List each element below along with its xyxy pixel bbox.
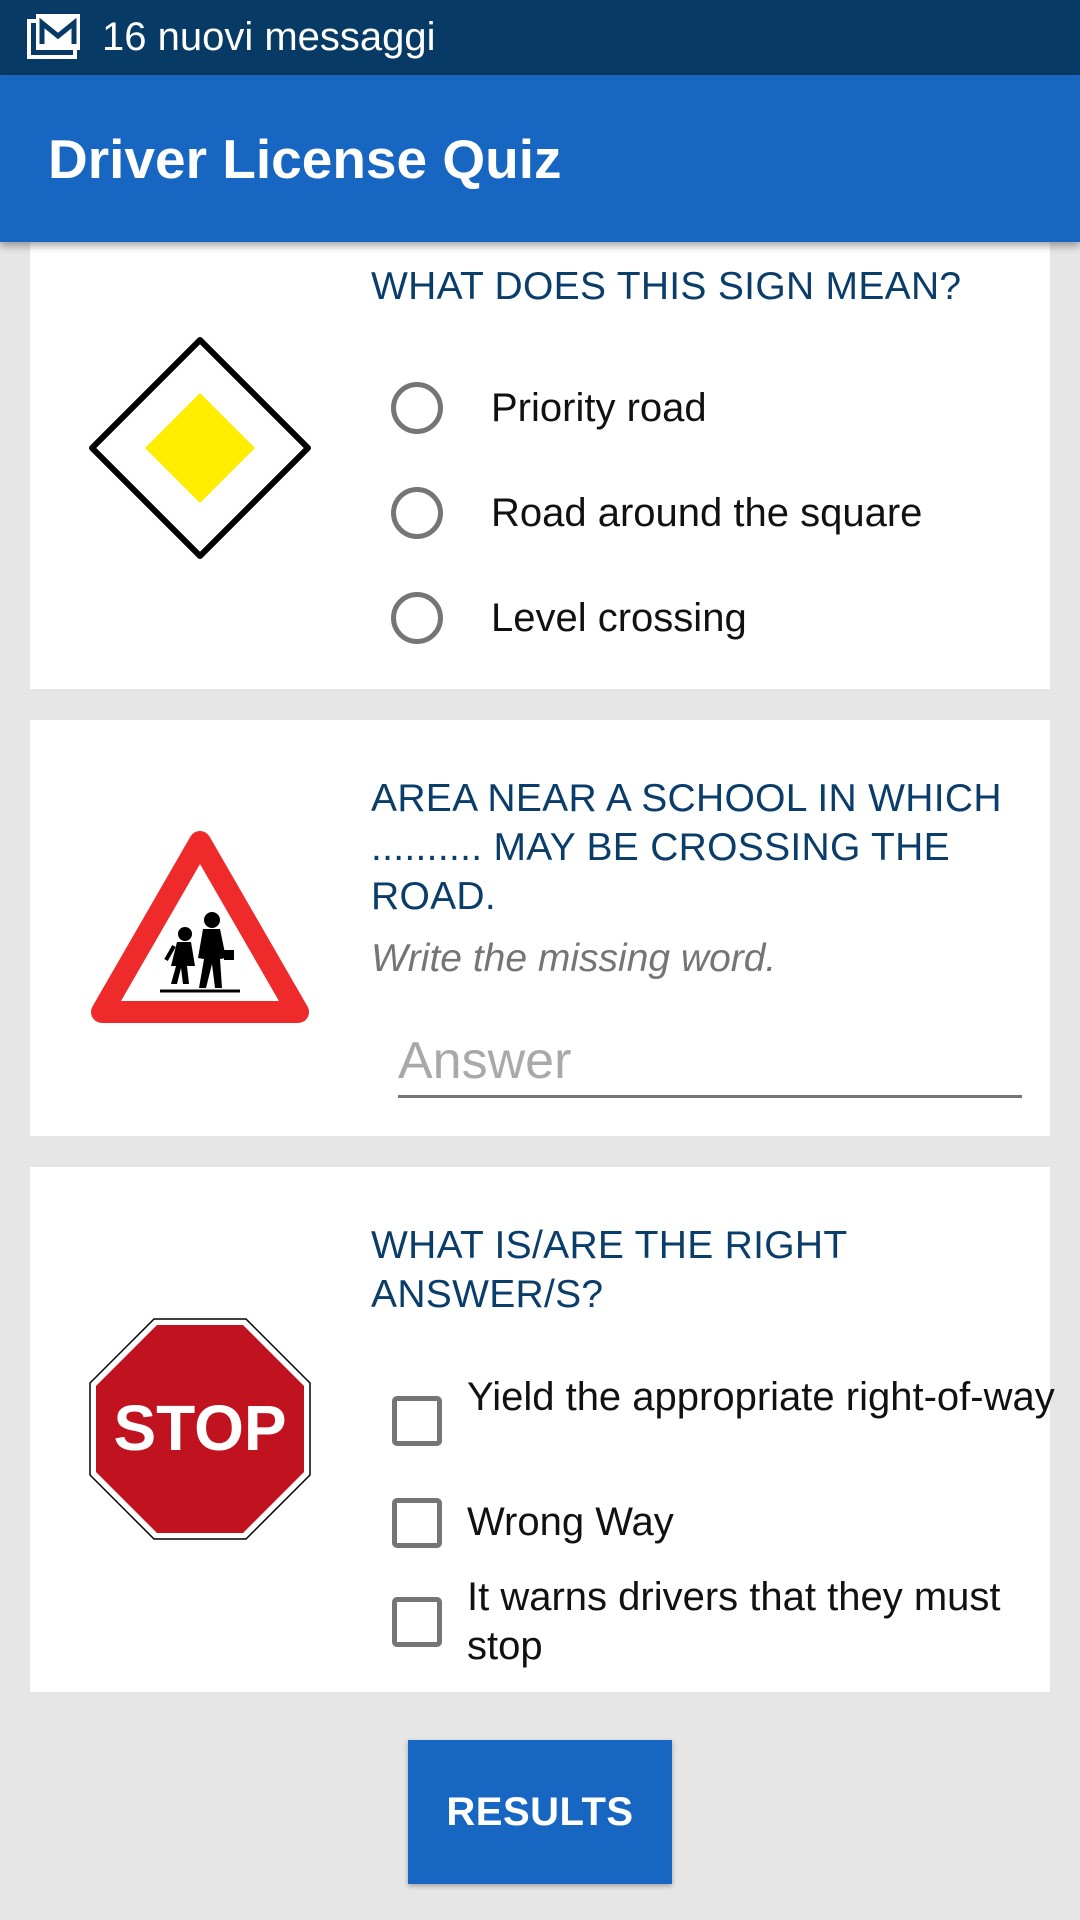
app-bar: Driver License Quiz bbox=[0, 75, 1080, 242]
question-text: AREA NEAR A SCHOOL IN WHICH .......... M… bbox=[371, 777, 1002, 918]
question-card-2: AREA NEAR A SCHOOL IN WHICH .......... M… bbox=[30, 720, 1050, 1136]
stop-sign-icon: STOP bbox=[89, 1318, 311, 1540]
option-label[interactable]: Level crossing bbox=[491, 594, 1031, 643]
results-button[interactable]: RESULTS bbox=[408, 1740, 672, 1884]
checkbox-label[interactable]: Yield the appropriate right-of-way bbox=[467, 1373, 1067, 1422]
checkbox[interactable] bbox=[392, 1396, 442, 1446]
checkbox-label[interactable]: Wrong Way bbox=[467, 1498, 1067, 1547]
option-label[interactable]: Road around the square bbox=[491, 489, 1031, 538]
stop-sign-text: STOP bbox=[113, 1392, 286, 1464]
question-card-1: WHAT DOES THIS SIGN MEAN? Priority road … bbox=[30, 230, 1050, 689]
priority-road-sign-icon bbox=[89, 337, 311, 559]
question-text: WHAT DOES THIS SIGN MEAN? bbox=[371, 265, 962, 308]
mail-notification-icon bbox=[27, 14, 80, 59]
checkbox-label[interactable]: It warns drivers that they must stop bbox=[467, 1573, 1067, 1671]
school-crossing-sign-icon bbox=[91, 831, 309, 1023]
question-text: WHAT IS/ARE THE RIGHT ANSWER/S? bbox=[371, 1224, 847, 1316]
checkbox[interactable] bbox=[392, 1597, 442, 1647]
answer-input[interactable] bbox=[398, 1026, 1022, 1098]
hint-text: Write the missing word. bbox=[371, 937, 777, 980]
option-label[interactable]: Priority road bbox=[491, 384, 1031, 433]
radio-button[interactable] bbox=[391, 592, 443, 644]
radio-button[interactable] bbox=[391, 382, 443, 434]
status-bar: 16 nuovi messaggi bbox=[0, 0, 1080, 75]
notification-text: 16 nuovi messaggi bbox=[102, 15, 436, 59]
radio-button[interactable] bbox=[391, 487, 443, 539]
checkbox[interactable] bbox=[392, 1498, 442, 1548]
question-card-3: STOP WHAT IS/ARE THE RIGHT ANSWER/S? Yie… bbox=[30, 1167, 1055, 1692]
app-title: Driver License Quiz bbox=[48, 128, 562, 190]
